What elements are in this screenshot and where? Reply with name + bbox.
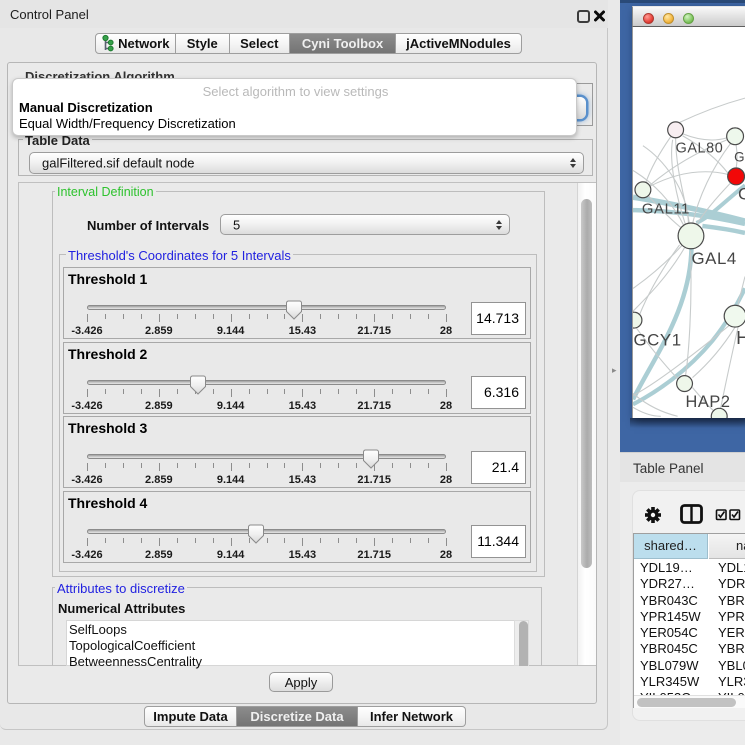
svg-text:GAL: GAL bbox=[734, 150, 745, 165]
svg-text:C: C bbox=[738, 185, 745, 204]
svg-text:GAL80: GAL80 bbox=[676, 141, 724, 157]
svg-text:GAL4: GAL4 bbox=[691, 249, 736, 268]
svg-text:HAP2: HAP2 bbox=[686, 393, 731, 411]
svg-text:GAL11: GAL11 bbox=[642, 202, 690, 218]
svg-text:H: H bbox=[736, 327, 745, 348]
svg-text:GCY1: GCY1 bbox=[633, 330, 681, 349]
